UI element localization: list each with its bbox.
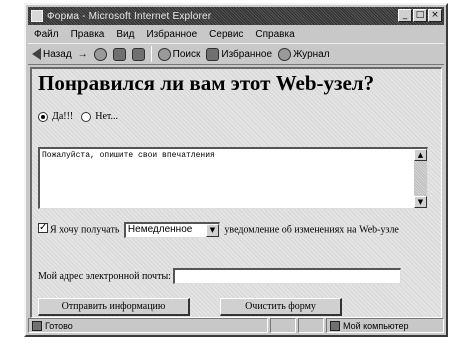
page-icon: [32, 320, 42, 331]
notify-prefix: Я хочу получать: [50, 224, 120, 236]
history-label: Журнал: [293, 48, 330, 60]
search-button[interactable]: Поиск: [157, 47, 201, 61]
refresh-icon[interactable]: [112, 47, 126, 61]
favorites-button[interactable]: Избранное: [206, 47, 273, 61]
notify-checkbox[interactable]: [38, 221, 48, 234]
email-row: Мой адрес электронной почты:: [38, 268, 401, 284]
back-button[interactable]: Назад: [32, 48, 72, 60]
maximize-button[interactable]: □: [413, 9, 427, 22]
window-controls: _ □ ×: [398, 9, 442, 22]
radio-yes[interactable]: [38, 111, 48, 122]
search-icon: [157, 47, 171, 61]
comment-text: Пожалуйста, опишите свои впечатления: [42, 151, 215, 160]
menu-help[interactable]: Справка: [255, 29, 294, 40]
reset-button[interactable]: Очистить форму: [220, 298, 342, 316]
zone-text: Мой компьютер: [343, 320, 409, 331]
notify-selected-value: Немедленное: [127, 224, 193, 235]
history-button[interactable]: Журнал: [278, 47, 330, 61]
status-text: Готово: [45, 320, 73, 331]
radio-yes-label: Да!!!: [52, 111, 74, 122]
status-panel-main: Готово: [28, 318, 268, 333]
ie-logo-icon: [31, 10, 43, 22]
status-bar: Готово Мой компьютер: [28, 318, 444, 333]
toolbar: Назад → Поиск Избранное Журнал: [28, 43, 444, 65]
browser-window: Форма - Microsoft Internet Explorer _ □ …: [24, 3, 448, 337]
back-arrow-icon: [32, 48, 41, 60]
back-label: Назад: [43, 48, 72, 60]
close-button[interactable]: ×: [428, 9, 442, 22]
history-icon: [278, 47, 292, 61]
forward-button[interactable]: →: [78, 49, 88, 60]
search-label: Поиск: [172, 48, 201, 60]
notify-row: Я хочу получать Немедленное ▼ уведомление…: [38, 221, 433, 238]
page-heading: Понравился ли вам этот Web-узел?: [38, 71, 375, 95]
favorites-label: Избранное: [221, 48, 273, 60]
menu-tools[interactable]: Сервис: [209, 29, 243, 40]
status-panel-zone: Мой компьютер: [326, 318, 444, 333]
forward-arrow-icon: →: [77, 48, 88, 60]
rating-radio-group: Да!!! Нет...: [38, 111, 118, 122]
page-content: Понравился ли вам этот Web-узел? Да!!! Н…: [30, 67, 442, 318]
minimize-button[interactable]: _: [398, 9, 412, 22]
notify-frequency-select[interactable]: Немедленное ▼: [123, 222, 220, 238]
comment-textarea[interactable]: Пожалуйста, опишите свои впечатления ▲ ▼: [38, 147, 428, 209]
menu-view[interactable]: Вид: [116, 29, 134, 40]
radio-no[interactable]: [81, 111, 92, 122]
textarea-scrollbar[interactable]: ▲ ▼: [414, 149, 427, 208]
toolbar-separator: [150, 46, 152, 62]
title-bar: Форма - Microsoft Internet Explorer _ □ …: [28, 7, 444, 25]
scroll-down-icon[interactable]: ▼: [414, 196, 427, 208]
home-icon[interactable]: [131, 47, 145, 61]
status-panel-empty-2: [298, 318, 324, 333]
radio-no-label: Нет...: [95, 111, 119, 122]
form-buttons: Отправить информацию Очистить форму: [38, 298, 342, 316]
email-field[interactable]: [172, 268, 401, 284]
computer-icon: [330, 320, 340, 331]
email-label: Мой адрес электронной почты:: [38, 270, 171, 282]
status-panel-empty-1: [270, 318, 296, 333]
menu-favorites[interactable]: Избранное: [146, 29, 197, 40]
window-title: Форма - Microsoft Internet Explorer: [47, 10, 212, 22]
submit-button[interactable]: Отправить информацию: [38, 298, 190, 316]
scroll-up-icon[interactable]: ▲: [414, 149, 427, 161]
menu-file[interactable]: Файл: [34, 29, 59, 40]
stop-icon[interactable]: [93, 47, 107, 61]
chevron-down-icon[interactable]: ▼: [205, 224, 219, 237]
menu-bar: Файл Правка Вид Избранное Сервис Справка: [28, 26, 444, 42]
menu-edit[interactable]: Правка: [71, 29, 105, 40]
notify-suffix: уведомление об изменениях на Web-узле: [224, 224, 399, 236]
favorites-icon: [206, 47, 220, 61]
